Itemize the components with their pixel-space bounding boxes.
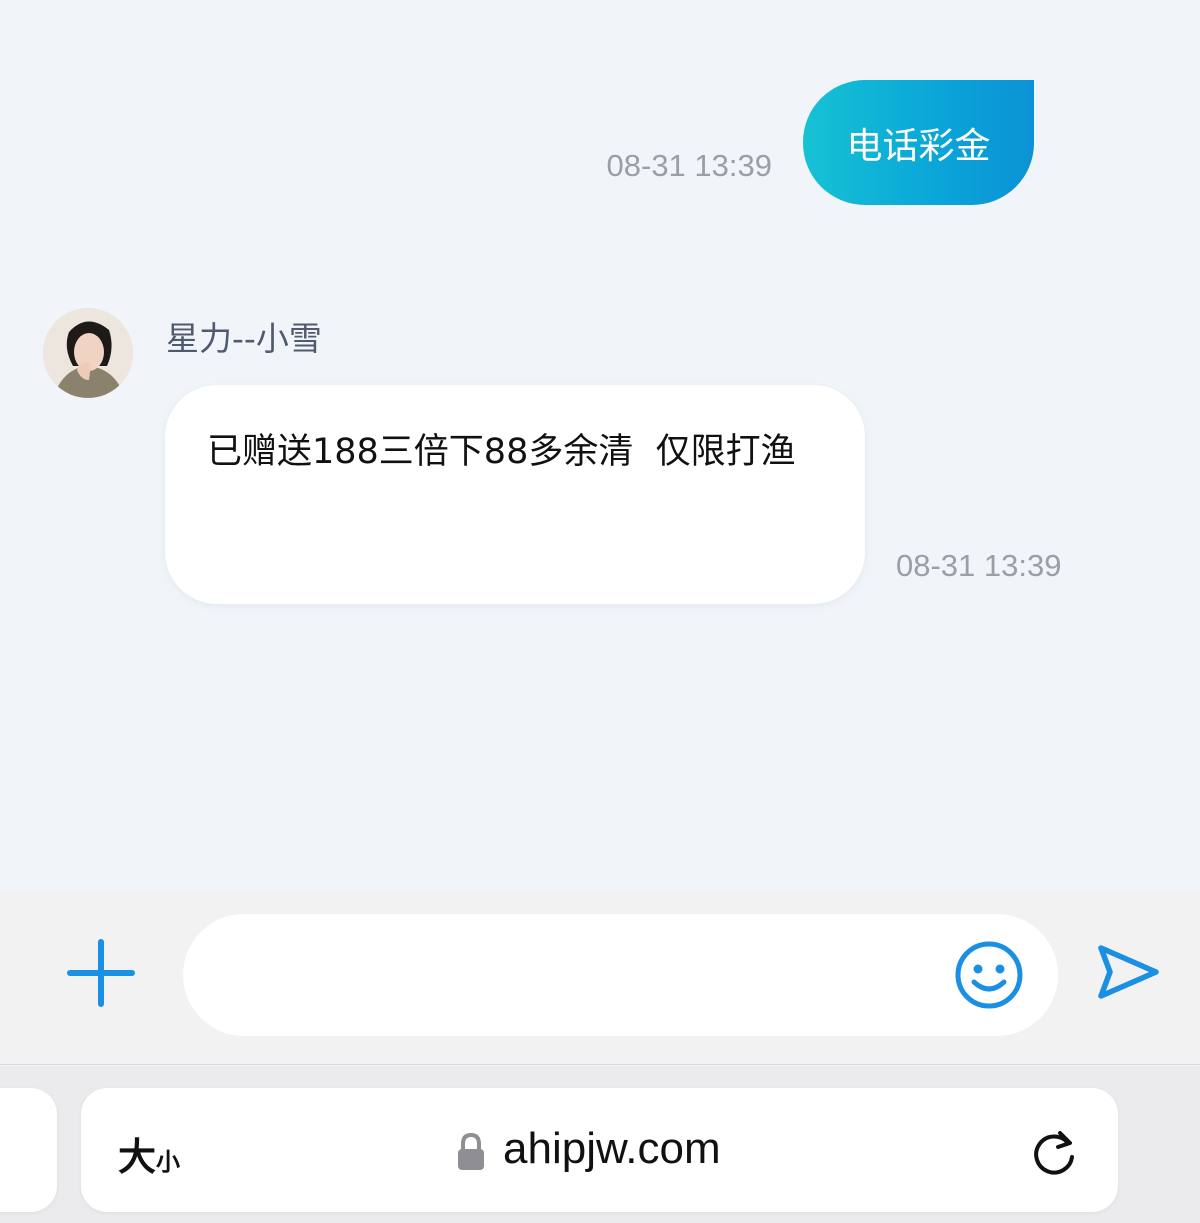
send-icon[interactable] xyxy=(1094,938,1162,1006)
chat-area: 08-31 13:39 电话彩金 星力--小雪 已赠送188三倍下88多余清 仅… xyxy=(0,0,1200,890)
reload-icon[interactable] xyxy=(1030,1127,1078,1179)
outgoing-message-bubble[interactable]: 电话彩金 xyxy=(803,80,1034,205)
outgoing-timestamp: 08-31 13:39 xyxy=(606,148,772,183)
sender-name: 星力--小雪 xyxy=(166,319,322,358)
incoming-timestamp: 08-31 13:39 xyxy=(896,548,1062,583)
text-size-small-label: 小 xyxy=(156,1148,181,1176)
previous-tab[interactable] xyxy=(0,1088,57,1212)
lock-icon xyxy=(456,1132,486,1172)
sender-avatar[interactable] xyxy=(43,308,133,398)
outgoing-message-text: 电话彩金 xyxy=(846,125,991,167)
incoming-message-text: 已赠送188三倍下88多余清 仅限打渔 xyxy=(207,432,796,472)
url-text[interactable]: ahipjw.com xyxy=(503,1124,721,1174)
text-size-button[interactable]: 大小 xyxy=(118,1126,181,1179)
message-input[interactable] xyxy=(183,914,1058,1036)
avatar-photo xyxy=(43,308,133,398)
text-size-big-label: 大 xyxy=(118,1135,157,1179)
plus-icon[interactable] xyxy=(66,938,136,1008)
emoji-icon[interactable] xyxy=(954,940,1024,1010)
incoming-message-bubble[interactable]: 已赠送188三倍下88多余清 仅限打渔 xyxy=(165,385,865,604)
